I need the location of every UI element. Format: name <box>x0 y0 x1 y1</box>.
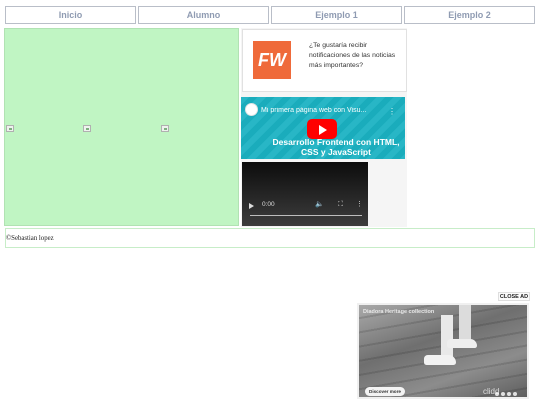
more-options-icon[interactable]: ⋮ <box>356 200 363 208</box>
nav-inicio[interactable]: Inicio <box>5 6 136 24</box>
carousel-dot[interactable] <box>495 392 499 396</box>
carousel-dot[interactable] <box>501 392 505 396</box>
nav-ejemplo-2[interactable]: Ejemplo 2 <box>404 6 535 24</box>
ad-image[interactable]: Diadora Heritage collection Discover mor… <box>359 305 527 397</box>
video-player[interactable]: 0:00 🔈 ⛶ ⋮ <box>242 162 368 226</box>
youtube-play-button[interactable] <box>307 119 337 139</box>
ad-title: Diadora Heritage collection <box>363 309 435 315</box>
sneaker-graphic <box>447 339 477 348</box>
video-time: 0:00 <box>262 201 275 208</box>
carousel-dots[interactable] <box>495 392 517 396</box>
discover-more-button[interactable]: Discover more <box>365 387 405 396</box>
ad-image-leg <box>459 305 471 341</box>
ad-image-leg <box>441 315 453 357</box>
notification-prompt-card[interactable]: FW ¿Te gustaría recibir notificaciones d… <box>242 29 407 92</box>
sneaker-graphic <box>424 355 456 365</box>
broken-image-icon <box>6 125 14 132</box>
youtube-menu-icon[interactable]: ⋮ <box>388 107 396 116</box>
broken-image-icon <box>83 125 91 132</box>
close-ad-button[interactable]: CLOSE AD <box>498 292 530 301</box>
broken-image-icon <box>161 125 169 132</box>
main-content-panel <box>4 28 239 226</box>
nav-alumno[interactable]: Alumno <box>138 6 269 24</box>
nav-ejemplo-1[interactable]: Ejemplo 1 <box>271 6 402 24</box>
fw-logo-icon: FW <box>253 41 291 79</box>
notification-prompt-text: ¿Te gustaría recibir notificaciones de l… <box>309 42 396 69</box>
footer: ©Sebastian lopez <box>5 228 535 248</box>
play-icon[interactable] <box>249 203 254 209</box>
carousel-dot[interactable] <box>513 392 517 396</box>
overlay-ad[interactable]: Diadora Heritage collection Discover mor… <box>357 303 529 399</box>
sidebar-media: FW ¿Te gustaría recibir notificaciones d… <box>241 28 407 227</box>
fullscreen-icon[interactable]: ⛶ <box>338 200 343 209</box>
volume-icon[interactable]: 🔈 <box>315 200 324 208</box>
channel-avatar-icon[interactable] <box>245 103 258 116</box>
top-nav: Inicio Alumno Ejemplo 1 Ejemplo 2 <box>5 6 535 24</box>
footer-text: ©Sebastian lopez <box>6 234 54 242</box>
youtube-video-title[interactable]: Mi primera página web con Visu... <box>261 107 386 114</box>
carousel-dot[interactable] <box>507 392 511 396</box>
video-progress-bar[interactable] <box>250 215 362 216</box>
youtube-thumbnail-headline: Desarrollo Frontend con HTML, CSS y Java… <box>272 137 400 157</box>
youtube-embed[interactable]: Mi primera página web con Visu... ⋮ Desa… <box>241 97 405 159</box>
